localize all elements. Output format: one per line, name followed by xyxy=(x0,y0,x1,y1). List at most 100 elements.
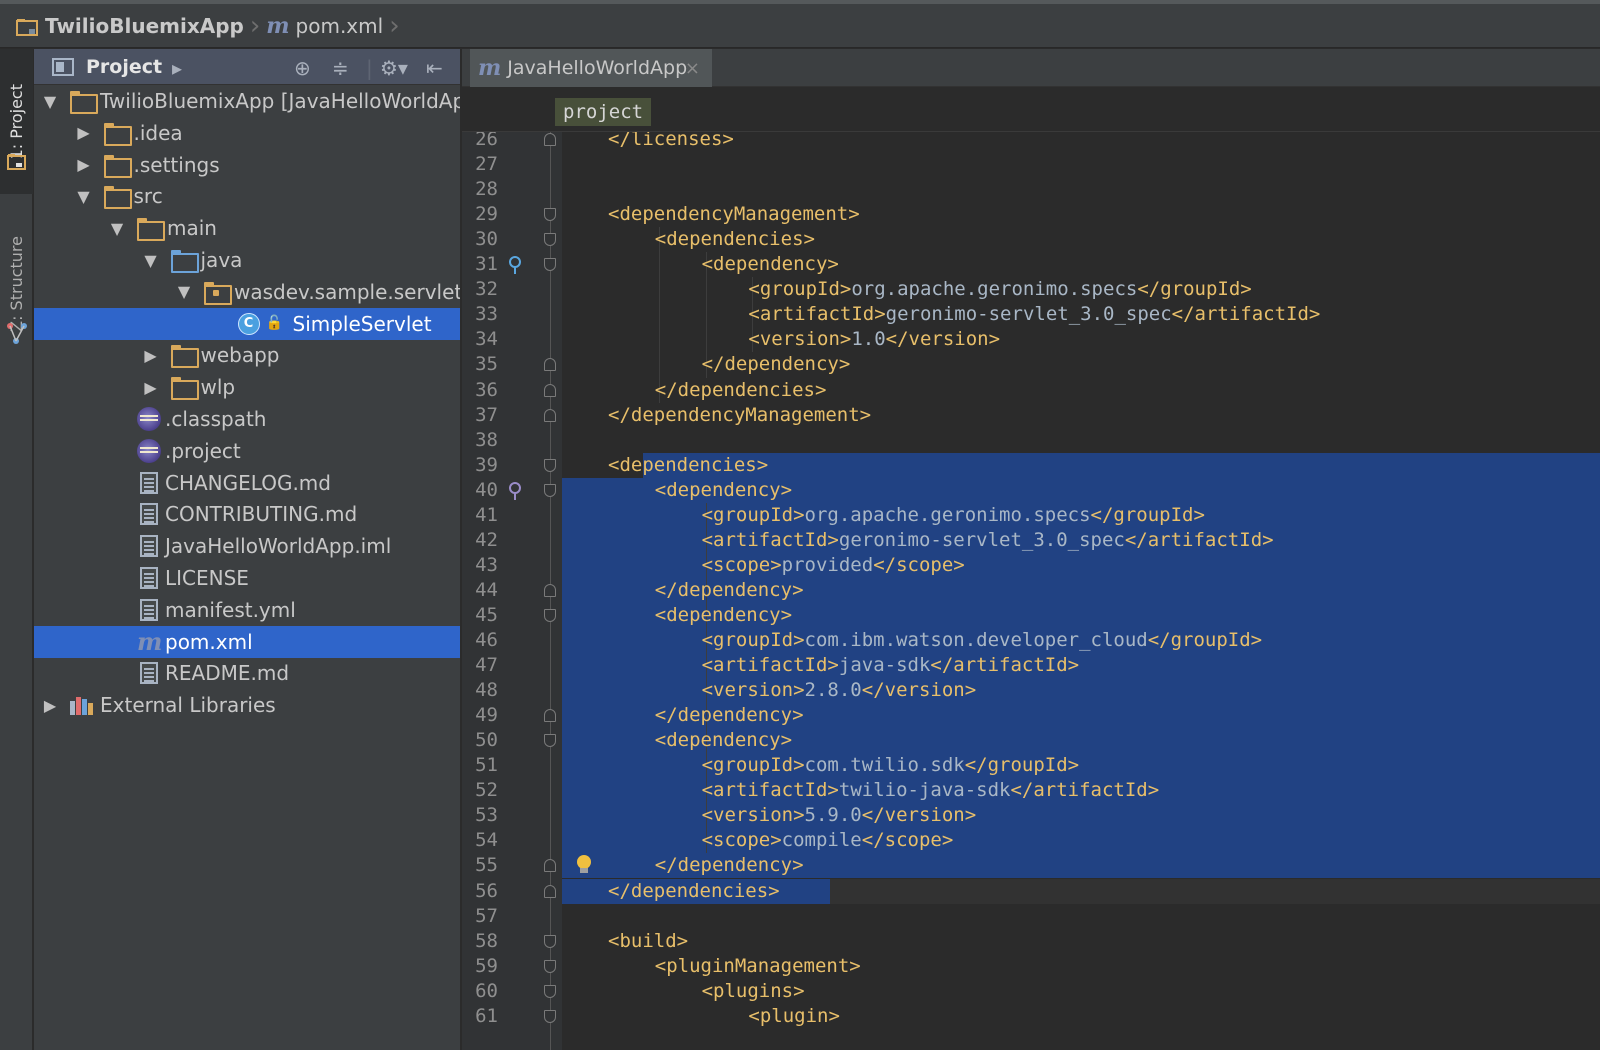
tree-item[interactable]: m pom.xml xyxy=(34,625,460,658)
expand-arrow-icon[interactable]: ▼ xyxy=(176,282,192,301)
tree-item[interactable]: JavaHelloWorldApp.iml xyxy=(34,530,460,562)
line-number: 59 xyxy=(475,954,498,977)
fold-marker-icon[interactable] xyxy=(544,133,556,146)
tree-item[interactable]: ▶ External Libraries xyxy=(34,689,460,721)
fold-marker-icon[interactable] xyxy=(544,583,556,597)
fold-marker-icon[interactable] xyxy=(544,208,556,222)
xml-breadcrumb-project[interactable]: project xyxy=(555,98,652,126)
code-line[interactable]: </dependency> xyxy=(655,853,804,878)
tree-item[interactable]: .classpath xyxy=(34,403,460,435)
expand-arrow-icon[interactable]: ▼ xyxy=(143,251,159,270)
collapse-arrow-icon[interactable]: ▶ xyxy=(76,123,92,142)
fold-marker-icon[interactable] xyxy=(544,934,556,948)
tree-item[interactable]: ▶ webapp xyxy=(34,339,460,371)
stripe-tab-project[interactable]: 1: Project xyxy=(0,49,33,194)
tree-item-label: wlp xyxy=(200,375,236,400)
code-line[interactable]: <version>5.9.0</version> xyxy=(702,803,977,828)
fold-marker-icon[interactable] xyxy=(544,383,556,397)
tree-item[interactable]: ▼ wasdev.sample.servlet xyxy=(34,276,460,308)
fold-marker-icon[interactable] xyxy=(544,458,556,472)
gear-icon[interactable]: ⚙▾ xyxy=(380,56,408,80)
fold-marker-icon[interactable] xyxy=(544,358,556,372)
code-line[interactable]: <plugins> xyxy=(702,979,805,1004)
code-line[interactable]: </dependency> xyxy=(655,578,804,603)
scroll-from-source-icon[interactable]: ⊕ xyxy=(294,56,311,80)
code-line[interactable]: <dependencies> xyxy=(655,227,815,252)
code-editor[interactable]: </licenses> <dependencyManagement> <depend… xyxy=(562,132,1600,1050)
fold-marker-icon[interactable] xyxy=(544,859,556,873)
line-number: 45 xyxy=(475,603,498,626)
code-line[interactable]: <artifactId>geronimo-servlet_3.0_spec</a… xyxy=(702,528,1274,553)
navigate-up-icon[interactable] xyxy=(508,480,522,500)
tree-item[interactable]: manifest.yml xyxy=(34,594,460,626)
code-line[interactable]: <dependency> xyxy=(655,478,792,503)
collapse-arrow-icon[interactable]: ▶ xyxy=(143,346,159,365)
code-line[interactable]: </dependency> xyxy=(702,352,851,377)
code-line[interactable]: <build> xyxy=(608,929,688,954)
code-line[interactable]: <dependencyManagement> xyxy=(608,202,860,227)
fold-marker-icon[interactable] xyxy=(544,1009,556,1023)
editor-tab-javahelloworldapp[interactable]: m JavaHelloWorldApp × xyxy=(470,49,712,87)
collapse-all-icon[interactable]: ≑ xyxy=(332,56,349,80)
code-line[interactable]: <scope>compile</scope> xyxy=(702,828,954,853)
tree-item[interactable]: ▼ main xyxy=(34,212,460,244)
tree-item[interactable]: README.md xyxy=(34,657,460,689)
expand-arrow-icon[interactable]: ▼ xyxy=(109,219,125,238)
collapse-arrow-icon[interactable]: ▶ xyxy=(42,696,58,715)
hide-panel-icon[interactable]: ⇤ xyxy=(426,56,443,80)
fold-marker-icon[interactable] xyxy=(544,608,556,622)
code-line[interactable]: <plugin> xyxy=(748,1004,840,1029)
code-line[interactable]: <version>1.0</version> xyxy=(748,327,1000,352)
tree-item[interactable]: ▶ wlp xyxy=(34,371,460,403)
navigate-down-icon[interactable] xyxy=(508,254,522,275)
fold-marker-icon[interactable] xyxy=(544,709,556,723)
tree-item[interactable]: LICENSE xyxy=(34,562,460,594)
tree-item[interactable]: ▶ .idea xyxy=(34,117,460,149)
code-line[interactable]: <dependency> xyxy=(702,252,839,277)
tree-item[interactable]: CONTRIBUTING.md xyxy=(34,498,460,530)
code-line[interactable]: <dependency> xyxy=(655,728,792,753)
code-line[interactable]: <groupId>org.apache.geronimo.specs</grou… xyxy=(748,277,1251,302)
code-line[interactable]: <dependencies> xyxy=(608,453,768,478)
tree-item[interactable]: ▼ java xyxy=(34,244,460,276)
tree-item[interactable]: 🔓 C SimpleServlet xyxy=(34,307,460,340)
code-line[interactable]: </dependencyManagement> xyxy=(608,403,871,428)
fold-marker-icon[interactable] xyxy=(544,483,556,497)
collapse-arrow-icon[interactable]: ▶ xyxy=(76,155,92,174)
tree-item[interactable]: ▼ TwilioBluemixApp [JavaHelloWorldAp xyxy=(34,85,460,117)
code-line[interactable]: </dependency> xyxy=(655,703,804,728)
code-line[interactable]: <groupId>com.ibm.watson.developer_cloud<… xyxy=(702,628,1263,653)
fold-marker-icon[interactable] xyxy=(544,408,556,422)
code-line[interactable]: <scope>provided</scope> xyxy=(702,553,965,578)
code-line[interactable]: <dependency> xyxy=(655,603,792,628)
code-line[interactable]: <artifactId>java-sdk</artifactId> xyxy=(702,653,1080,678)
breadcrumb-project[interactable]: TwilioBluemixApp › xyxy=(16,4,266,48)
close-icon[interactable]: × xyxy=(685,58,700,79)
fold-marker-icon[interactable] xyxy=(544,984,556,998)
breadcrumb-file[interactable]: m pom.xml › xyxy=(266,4,405,48)
code-line[interactable]: <version>2.8.0</version> xyxy=(702,678,977,703)
code-line[interactable]: </licenses> xyxy=(608,132,734,152)
view-dropdown-icon[interactable]: ▸ xyxy=(172,56,182,80)
tree-item[interactable]: CHANGELOG.md xyxy=(34,467,460,499)
code-line[interactable]: <groupId>org.apache.geronimo.specs</grou… xyxy=(702,503,1205,528)
fold-marker-icon[interactable] xyxy=(544,959,556,973)
expand-arrow-icon[interactable]: ▼ xyxy=(76,187,92,206)
collapse-arrow-icon[interactable]: ▶ xyxy=(143,378,159,397)
fold-marker-icon[interactable] xyxy=(544,233,556,247)
expand-arrow-icon[interactable]: ▼ xyxy=(42,92,58,111)
tree-item[interactable]: ▼ src xyxy=(34,180,460,212)
fold-marker-icon[interactable] xyxy=(544,258,556,272)
fold-marker-icon[interactable] xyxy=(544,884,556,898)
code-line[interactable]: <pluginManagement> xyxy=(655,954,861,979)
lightbulb-icon[interactable] xyxy=(574,853,594,877)
code-line[interactable]: <artifactId>geronimo-servlet_3.0_spec</a… xyxy=(748,302,1320,327)
code-line[interactable]: </dependencies> xyxy=(655,378,827,403)
code-line[interactable]: </dependencies> xyxy=(608,879,780,904)
fold-marker-icon[interactable] xyxy=(544,734,556,748)
code-line[interactable]: <artifactId>twilio-java-sdk</artifactId> xyxy=(702,778,1160,803)
code-line[interactable]: <groupId>com.twilio.sdk</groupId> xyxy=(702,753,1080,778)
tree-item[interactable]: ▶ .settings xyxy=(34,149,460,181)
project-panel-title[interactable]: Project xyxy=(86,56,162,78)
tree-item[interactable]: .project xyxy=(34,435,460,467)
